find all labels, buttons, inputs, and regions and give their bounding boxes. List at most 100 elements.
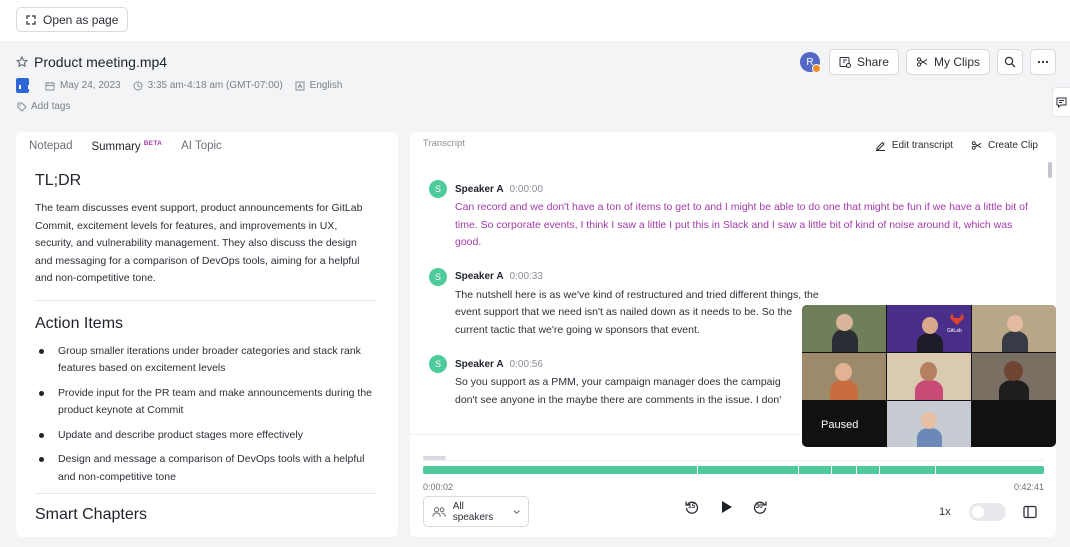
- comments-side-tab[interactable]: [1052, 87, 1070, 117]
- total-time: 0:42:41: [1013, 482, 1044, 492]
- transcript-label: Transcript: [423, 138, 465, 149]
- more-options-button[interactable]: [1030, 49, 1056, 75]
- my-clips-label: My Clips: [933, 55, 980, 69]
- transcript-text: Can record and we don't have a ton of it…: [455, 201, 1028, 248]
- share-button[interactable]: Share: [828, 49, 899, 75]
- segment-tick: [798, 466, 799, 474]
- recording-language: English: [309, 80, 343, 91]
- tab-summary[interactable]: Summary BETA: [91, 140, 162, 153]
- tab-notepad[interactable]: Notepad: [29, 140, 72, 153]
- speaker-avatar: S: [429, 180, 447, 198]
- forward-30-button[interactable]: 30: [752, 499, 768, 515]
- timestamp[interactable]: 0:00:56: [510, 359, 543, 370]
- users-icon: [432, 506, 446, 517]
- timestamp[interactable]: 0:00:33: [510, 271, 543, 282]
- media-player: 0:00:02 0:42:41 All speakers 15 30 1x: [410, 434, 1056, 537]
- star-icon[interactable]: [16, 56, 28, 68]
- speaker-name: Speaker A: [455, 183, 504, 195]
- participant-tile: [972, 305, 1056, 352]
- rewind-15-button[interactable]: 15: [684, 499, 700, 515]
- recording-header: Product meeting.mp4 May 24, 2023 3:35 am…: [0, 41, 1070, 131]
- participant-tile: [887, 401, 971, 447]
- my-clips-button[interactable]: My Clips: [905, 49, 990, 75]
- action-items-list: Group smaller iterations under broader c…: [35, 343, 377, 487]
- create-clip-button[interactable]: Create Clip: [971, 140, 1038, 151]
- search-icon: [1004, 56, 1016, 68]
- add-tags-button[interactable]: Add tags: [17, 101, 70, 112]
- participant-tile: GitLab: [887, 305, 971, 352]
- divider: [35, 493, 377, 494]
- tldr-heading: TL;DR: [35, 172, 82, 189]
- share-label: Share: [856, 55, 889, 69]
- open-as-page-button[interactable]: Open as page: [16, 7, 129, 32]
- current-time: 0:00:02: [423, 482, 454, 492]
- participant-tile: [972, 353, 1056, 400]
- speaker-avatar: S: [429, 267, 447, 286]
- meta-row: May 24, 2023 3:35 am-4:18 am (GMT-07:00)…: [16, 78, 348, 93]
- participant-tile: [887, 353, 971, 400]
- tab-ai-topic-label: AI Topic: [181, 140, 222, 152]
- scissors-icon: [916, 57, 928, 67]
- list-item: Update and describe product stages more …: [35, 427, 377, 445]
- tldr-text: The team discusses event support, produc…: [35, 202, 363, 284]
- scissors-icon: [971, 141, 982, 150]
- top-bar: Open as page: [0, 0, 1070, 41]
- participant-tile: [802, 305, 886, 352]
- file-type-icon: [16, 78, 30, 93]
- segment-tick: [856, 466, 857, 474]
- speakers-label: All speakers: [452, 500, 494, 523]
- comment-icon: [1056, 97, 1067, 108]
- divider: [35, 299, 377, 301]
- language-icon: [295, 81, 305, 90]
- speakers-dropdown[interactable]: All speakers: [423, 496, 529, 527]
- search-button[interactable]: [997, 49, 1023, 75]
- clock-icon: [133, 81, 143, 90]
- calendar-icon: [45, 81, 55, 90]
- progress-bar[interactable]: [423, 466, 1044, 474]
- page-title: Product meeting.mp4: [34, 54, 168, 70]
- transcript-text: So you support as a PMM, your campaign m…: [455, 376, 782, 406]
- tab-ai-topic[interactable]: AI Topic: [181, 140, 222, 153]
- list-item: Provide input for the PR team and make a…: [35, 385, 377, 420]
- beta-badge: BETA: [143, 140, 163, 147]
- waveform-track: [423, 460, 1044, 461]
- transcript-text: The nutshell here is as we've kind of re…: [455, 288, 819, 336]
- segment-tick: [831, 466, 832, 474]
- speaker-name: Speaker A: [455, 271, 504, 282]
- summary-panel: Notepad Summary BETA AI Topic TL;DR The t…: [16, 132, 398, 537]
- tab-summary-label: Summary: [91, 140, 141, 153]
- smart-chapters-heading: Smart Chapters: [35, 506, 148, 523]
- play-icon[interactable]: [718, 499, 734, 515]
- action-items-heading: Action Items: [35, 314, 124, 332]
- speaker-avatar: S: [429, 355, 447, 373]
- skip-silence-toggle[interactable]: [969, 503, 1006, 521]
- share-icon: [839, 57, 851, 68]
- gitlab-logo-text: GitLab: [947, 328, 962, 334]
- playback-speed-button[interactable]: 1x: [939, 506, 951, 518]
- gitlab-logo-icon: [950, 313, 964, 325]
- panel-tabs: Notepad Summary BETA AI Topic: [29, 140, 222, 153]
- timestamp[interactable]: 0:00:00: [510, 184, 543, 195]
- more-icon: [1037, 60, 1049, 64]
- transcript-entry[interactable]: S Speaker A 0:00:00 Can record and we don…: [429, 180, 1039, 252]
- list-item: Group smaller iterations under broader c…: [35, 343, 377, 378]
- segment-tick: [935, 466, 936, 474]
- video-preview[interactable]: GitLab Paused: [802, 305, 1056, 447]
- scrollbar[interactable]: [1048, 162, 1052, 178]
- sidebar-layout-icon[interactable]: [1023, 505, 1037, 519]
- recording-time-range: 3:35 am-4:18 am (GMT-07:00): [147, 80, 283, 91]
- open-as-page-label: Open as page: [43, 12, 119, 27]
- segment-tick: [879, 466, 880, 474]
- progress-fill: [423, 466, 1044, 474]
- avatar[interactable]: R: [799, 52, 821, 73]
- expand-icon: [26, 14, 36, 25]
- forward-seconds: 30: [755, 503, 763, 510]
- participant-tile: [802, 353, 886, 400]
- create-clip-label: Create Clip: [987, 140, 1038, 151]
- edit-transcript-label: Edit transcript: [891, 140, 953, 151]
- recording-date: May 24, 2023: [60, 80, 121, 91]
- edit-transcript-button[interactable]: Edit transcript: [875, 140, 953, 151]
- avatar-initial: R: [806, 56, 814, 68]
- video-status: Paused: [821, 419, 859, 431]
- tag-icon: [17, 102, 27, 112]
